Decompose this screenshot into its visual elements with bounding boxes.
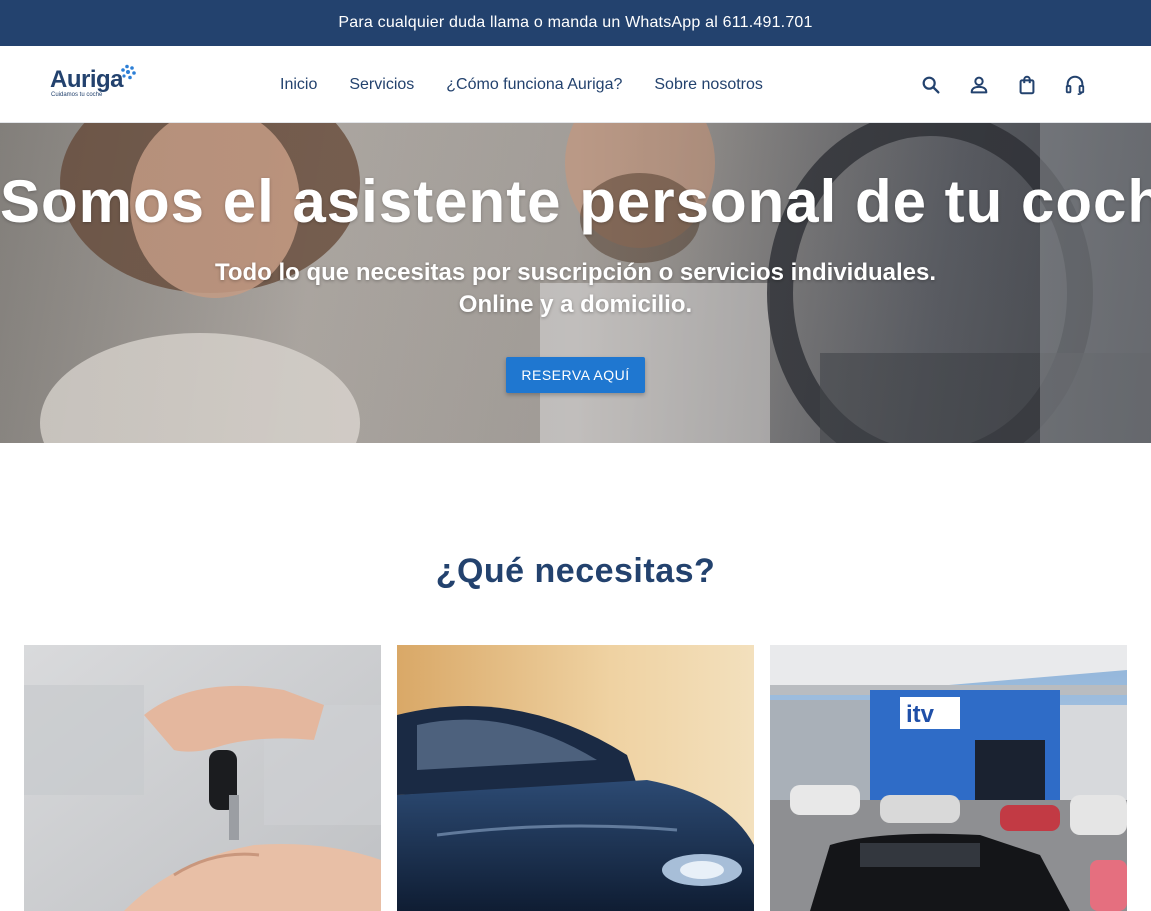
service-card-car[interactable] [397,645,754,911]
itv-sign-text: itv [906,701,935,728]
search-icon[interactable] [916,70,946,100]
announcement-bar: Para cualquier duda llama o manda un Wha… [0,0,1151,46]
itv-inspection-station-photo: itv [770,645,1127,911]
car-keys-handover-photo [24,645,381,911]
section-title: ¿Qué necesitas? [435,552,716,590]
header-actions [916,70,1108,100]
service-card-itv[interactable]: itv [770,645,1127,911]
headset-icon[interactable] [1060,70,1090,100]
user-icon[interactable] [964,70,994,100]
logo-dots-icon [121,64,136,80]
hero-banner: Somos el asistente personal de tu coche … [0,123,1151,443]
logo-wordmark: Auriga [50,66,124,93]
hero-subtitle-line-1: Todo lo que necesitas por suscripción o … [214,259,937,286]
announcement-text: Para cualquier duda llama o manda un Wha… [338,14,813,31]
auriga-logo[interactable]: Auriga Cuidamos tu coche [50,64,140,102]
hero-subtitle: Todo lo que necesitas por suscripción o … [0,257,1151,321]
reserva-button[interactable]: RESERVA AQUÍ [506,357,645,393]
service-card-keys[interactable] [24,645,381,911]
logo-tagline: Cuidamos tu coche [51,92,103,98]
dark-blue-car-photo [397,645,754,911]
site-header: Auriga Cuidamos tu coche Inicio Servicio… [0,46,1151,123]
shopping-bag-icon[interactable] [1012,70,1042,100]
nav-item-como-funciona[interactable]: ¿Cómo funciona Auriga? [430,76,638,94]
nav-item-servicios[interactable]: Servicios [333,76,430,94]
hero-title: Somos el asistente personal de tu coche [0,168,1151,235]
nav-item-inicio[interactable]: Inicio [264,76,333,94]
main-nav: Inicio Servicios ¿Cómo funciona Auriga? … [264,46,779,123]
hero-subtitle-line-2: Online y a domicilio. [458,291,693,318]
nav-item-sobre-nosotros[interactable]: Sobre nosotros [638,76,779,94]
